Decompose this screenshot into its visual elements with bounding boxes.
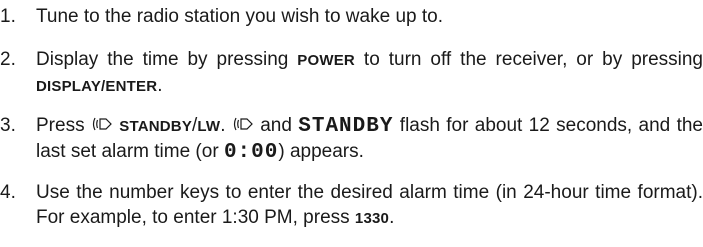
step-number: 1. <box>0 6 16 27</box>
step-text-segment: . <box>220 115 232 136</box>
step-number: 4. <box>0 182 16 203</box>
lw-key-label: LW <box>197 118 221 135</box>
number-key-sequence: 1330 <box>354 210 390 227</box>
step-text: Display the time by pressing POWER to tu… <box>36 47 703 99</box>
step-text: Use the number keys to enter the desired… <box>36 180 703 231</box>
alarm-icon <box>232 116 254 132</box>
step-text-segment: Display the time by pressing <box>36 49 298 70</box>
step-1: 1. Tune to the radio station you wish to… <box>0 4 703 29</box>
step-text: Tune to the radio station you wish to wa… <box>36 4 703 29</box>
step-text-segment: . <box>157 75 163 96</box>
step-text-segment: ) appears. <box>278 141 364 162</box>
step-number: 3. <box>0 115 16 136</box>
alarm-icon <box>91 116 113 132</box>
step-2: 2. Display the time by pressing POWER to… <box>0 47 703 99</box>
step-4: 4. Use the number keys to enter the desi… <box>0 180 703 231</box>
step-text-segment: . <box>389 207 395 228</box>
step-text: Press STANDBY/LW. and STANDBY flash for … <box>36 113 703 165</box>
display-standby-indicator: STANDBY <box>298 115 394 138</box>
step-text-segment: to turn off the receiver, or by pressing <box>354 49 703 70</box>
power-key-label: POWER <box>297 52 355 69</box>
standby-key-label: STANDBY <box>119 118 193 135</box>
display-enter-key-label: DISPLAY/ENTER <box>36 78 158 95</box>
step-text-segment: Tune to the radio station you wish to wa… <box>36 6 443 27</box>
step-number: 2. <box>0 49 16 70</box>
step-text-segment: and <box>253 115 299 136</box>
step-3: 3. Press STANDBY/LW. and STANDBY flash f… <box>0 113 703 165</box>
step-text-segment: Press <box>36 115 91 136</box>
display-time-readout: 0:00 <box>223 141 279 164</box>
